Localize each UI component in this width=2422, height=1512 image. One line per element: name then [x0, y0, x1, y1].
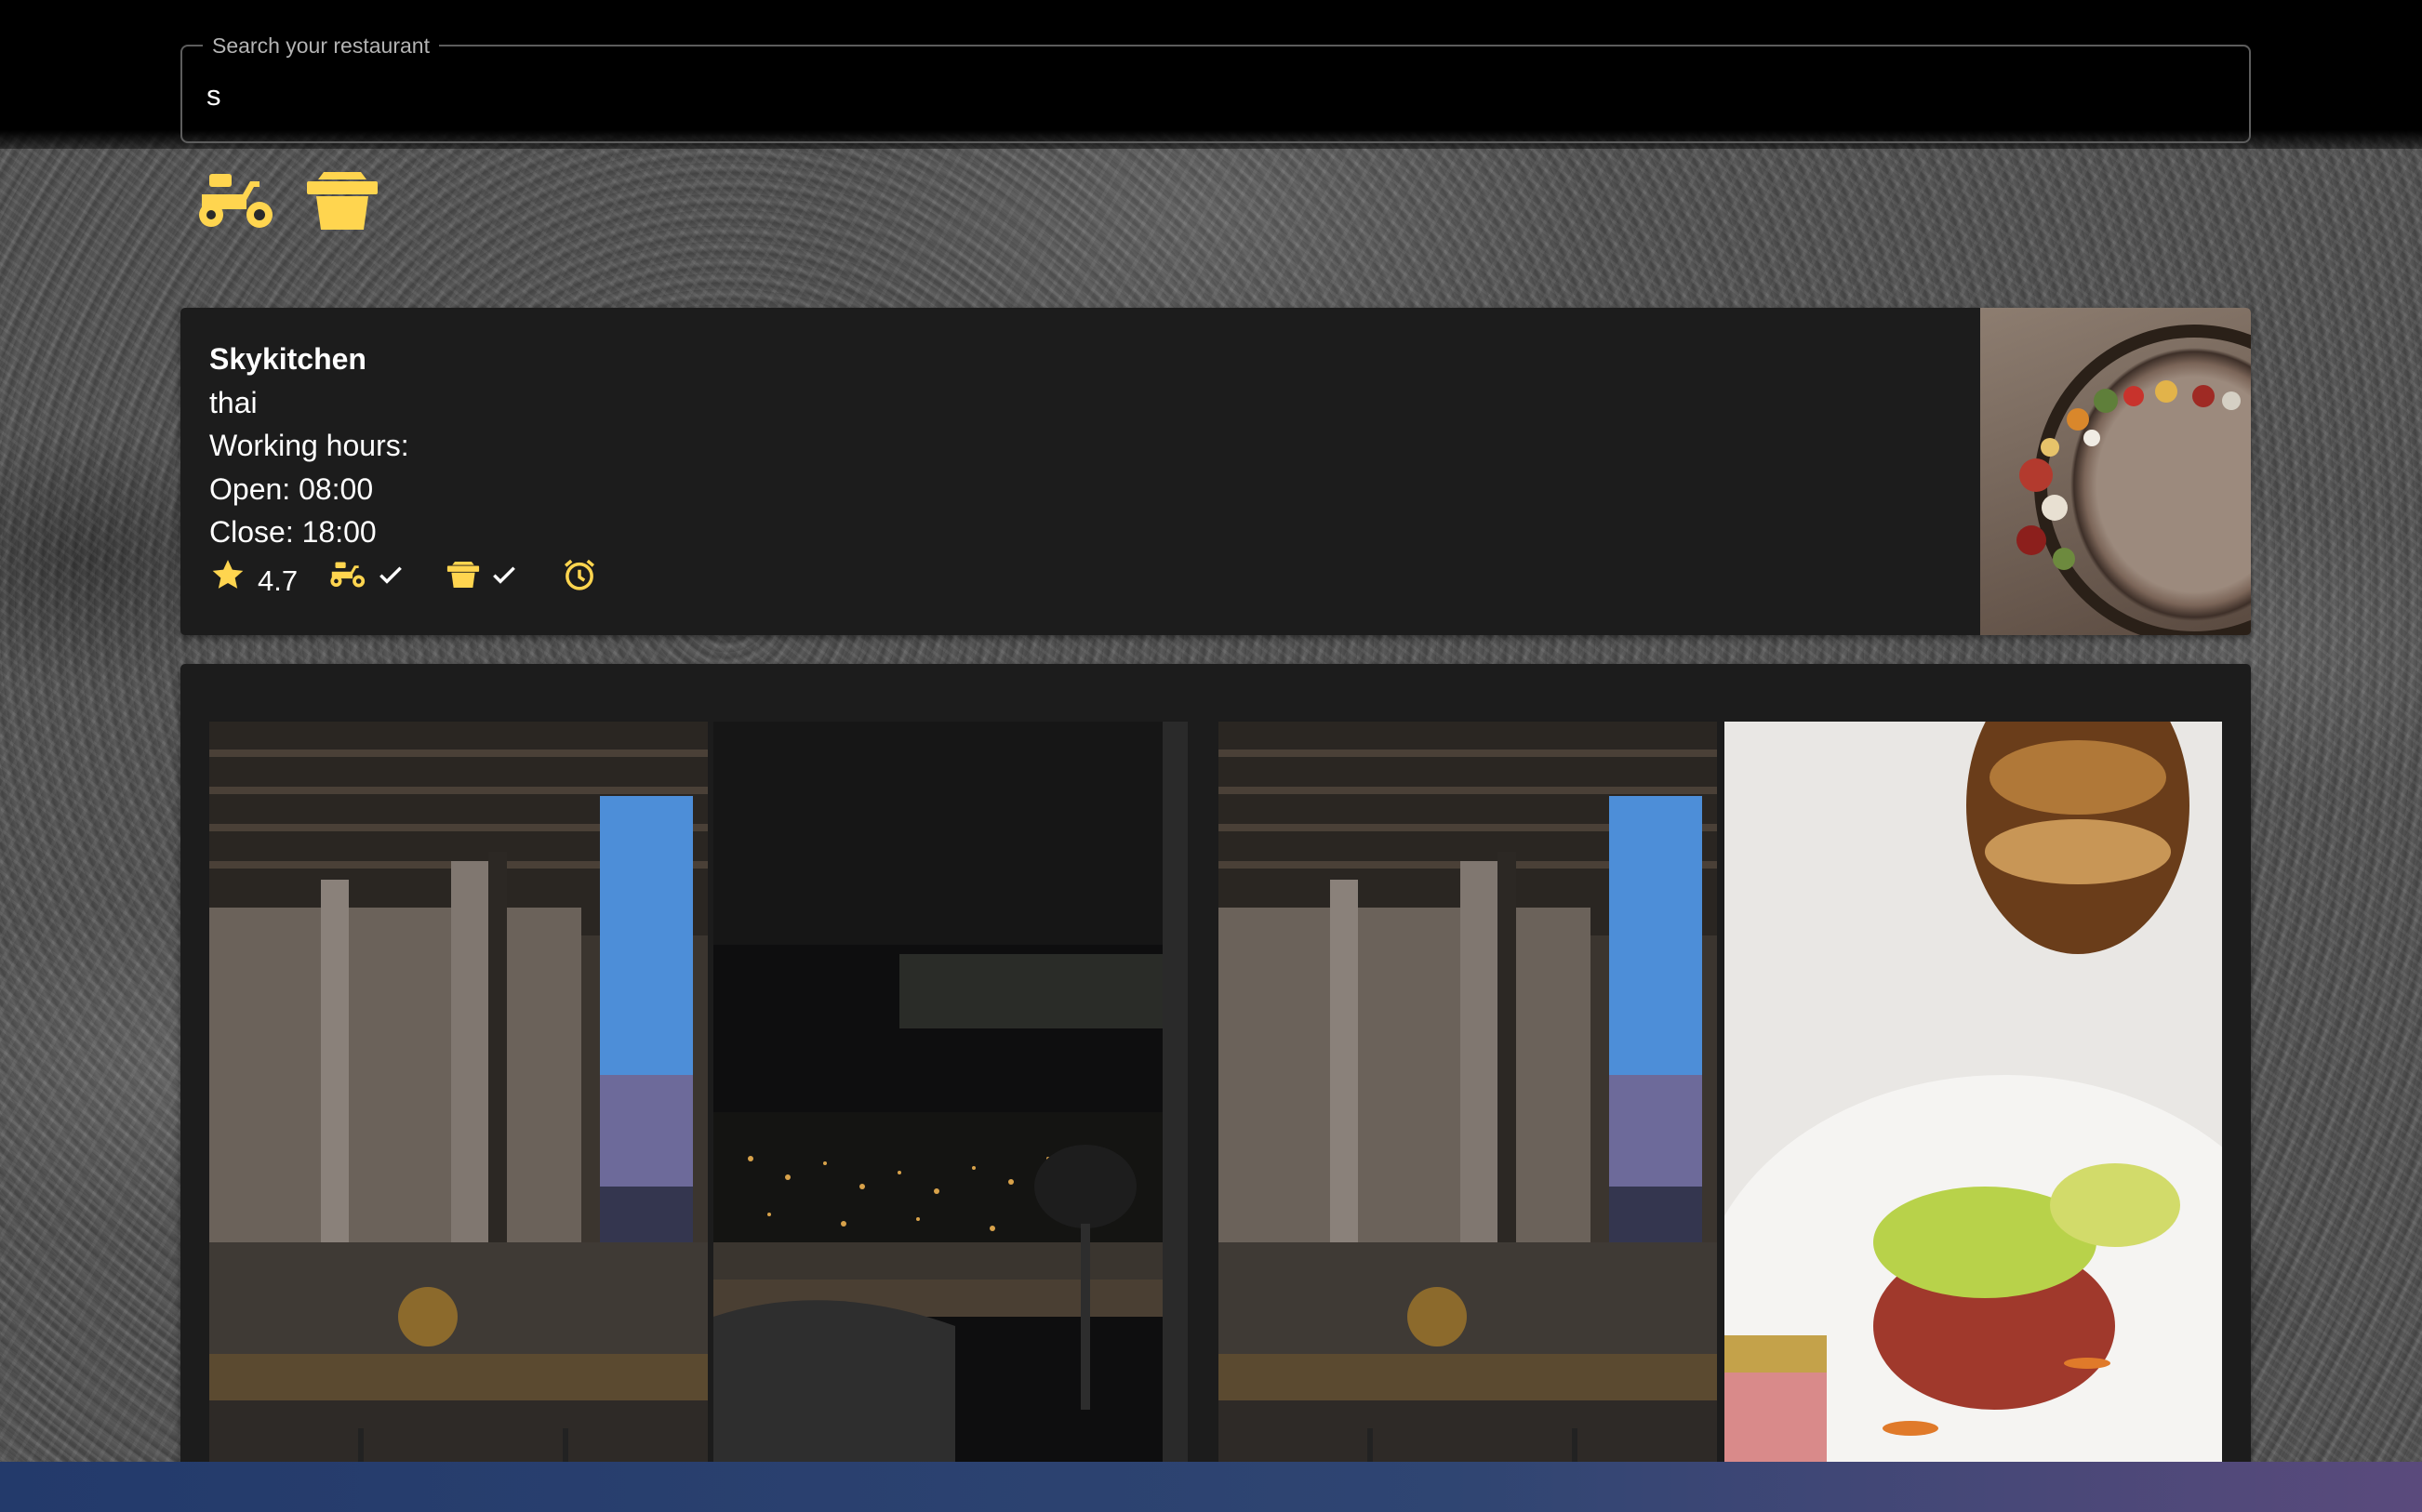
close-time: Close: 18:00	[209, 515, 377, 549]
gallery-photo-interior[interactable]	[209, 722, 708, 1512]
takeaway-bag-icon	[447, 562, 480, 588]
restaurant-badges: 4.7	[209, 551, 599, 598]
working-hours-label: Working hours:	[209, 429, 409, 462]
rating-value: 4.7	[258, 564, 299, 597]
check-icon	[379, 566, 403, 584]
bottom-bar	[0, 1462, 2422, 1512]
photo-gallery	[180, 664, 2251, 1512]
takeaway-bag-icon	[307, 172, 378, 230]
delivery-badge	[329, 560, 409, 590]
search-field[interactable]: Search your restaurant	[180, 33, 2251, 143]
star-icon	[212, 560, 244, 589]
gallery-photo-night-view[interactable]	[713, 722, 1188, 1512]
search-input[interactable]	[205, 74, 2217, 117]
scooter-icon	[330, 562, 366, 588]
check-icon	[493, 566, 516, 584]
restaurant-card[interactable]: Skykitchen thai Working hours: Open: 08:…	[180, 308, 2251, 635]
alarm-clock-icon	[565, 559, 595, 590]
restaurant-cuisine: thai	[209, 385, 258, 419]
restaurant-name: Skykitchen	[209, 342, 366, 376]
takeaway-badge	[446, 560, 523, 590]
gallery-photo-dish[interactable]	[1724, 722, 2222, 1512]
search-label: Search your restaurant	[203, 33, 439, 58]
takeaway-filter-button[interactable]	[303, 164, 381, 238]
gallery-photo-interior-2[interactable]	[1218, 722, 1717, 1512]
open-time: Open: 08:00	[209, 471, 374, 506]
delivery-filter-button[interactable]	[193, 164, 279, 238]
restaurant-thumbnail	[1980, 308, 2251, 635]
scooter-icon	[199, 174, 273, 228]
